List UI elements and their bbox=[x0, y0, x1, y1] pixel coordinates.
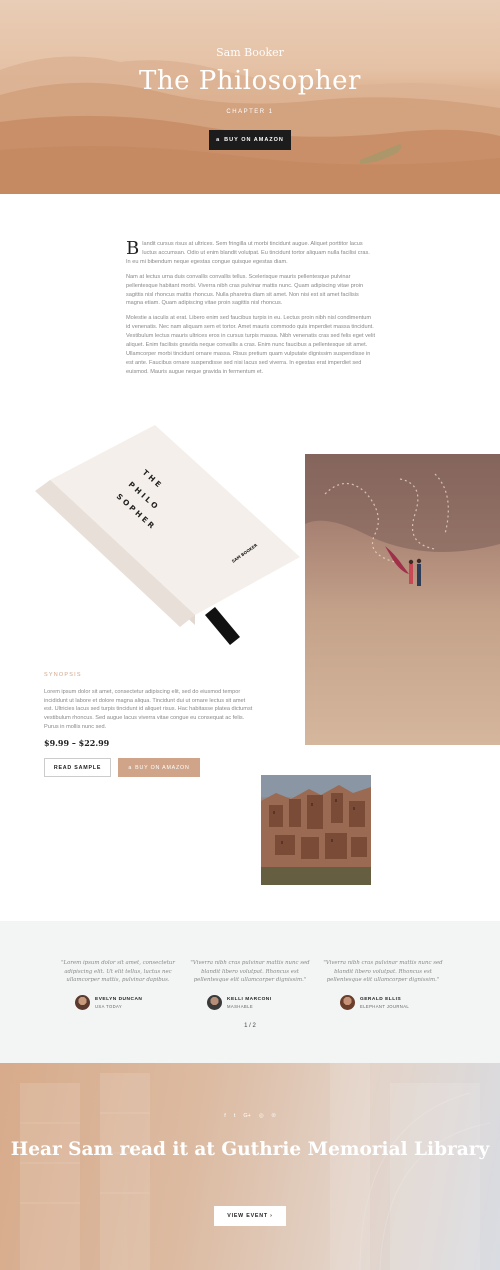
read-sample-button[interactable]: READ SAMPLE bbox=[44, 758, 111, 777]
intro-paragraph-3: Molestie a iaculis at erat. Libero enim … bbox=[126, 315, 376, 375]
event-banner: f t G+ ◎ ℗ Hear Sam read it at Guthrie M… bbox=[0, 1063, 500, 1270]
testimonial-quote: "Viverra nibh cras pulvinar mattis nunc … bbox=[190, 960, 310, 984]
amazon-icon: a bbox=[216, 137, 221, 143]
intro-paragraph-2: Nam at lectus urna duis convallis conval… bbox=[126, 273, 364, 307]
avatar bbox=[75, 995, 90, 1011]
testimonial-author: KELLI MARCONI MASHABLE bbox=[207, 995, 313, 1011]
intro-paragraph-1: B landit cursus risus at ultrices. Sem f… bbox=[126, 240, 376, 267]
buy-button-label: BUY ON AMAZON bbox=[224, 137, 284, 143]
price-range: $9.99 – $22.99 bbox=[44, 738, 110, 748]
testimonials-section: "Lorem ipsum dolor sit amet, consectetur… bbox=[0, 921, 500, 1063]
hero-author: Sam Booker bbox=[216, 46, 284, 59]
social-links: f t G+ ◎ ℗ bbox=[0, 1113, 500, 1119]
pinterest-icon[interactable]: ℗ bbox=[272, 1113, 276, 1119]
reviewer-name: KELLI MARCONI bbox=[227, 996, 272, 1002]
intro-text: B landit cursus risus at ultrices. Sem f… bbox=[126, 240, 376, 383]
buy-on-amazon-secondary-button[interactable]: a BUY ON AMAZON bbox=[118, 758, 200, 777]
intro-paragraph-1-text: landit cursus risus at ultrices. Sem fri… bbox=[126, 241, 370, 265]
hero-banner: Sam Booker The Philosopher CHAPTER 1 a B… bbox=[0, 0, 500, 194]
desert-dunes-image bbox=[0, 56, 500, 194]
buy-secondary-label: BUY ON AMAZON bbox=[135, 764, 190, 771]
synopsis-text: Lorem ipsum dolor sit amet, consectetur … bbox=[44, 689, 253, 730]
reviewer-publication: USA TODAY bbox=[95, 1003, 123, 1009]
testimonial-card: "Viverra nibh cras pulvinar mattis nunc … bbox=[187, 959, 313, 1011]
reviewer-publication: ELEPHANT JOURNAL bbox=[360, 1003, 410, 1009]
library-background-image bbox=[20, 1063, 491, 1270]
testimonial-author: GERALD ELLIS ELEPHANT JOURNAL bbox=[340, 995, 446, 1011]
testimonial-quote: "Lorem ipsum dolor sit amet, consectetur… bbox=[61, 960, 175, 984]
testimonial-card: "Viverra nibh cras pulvinar mattis nunc … bbox=[320, 959, 446, 1011]
twitter-icon[interactable]: t bbox=[234, 1113, 236, 1119]
reviewer-name: EVELYN DUNCAN bbox=[95, 996, 143, 1002]
avatar bbox=[340, 995, 355, 1011]
dropcap: B bbox=[126, 238, 140, 259]
testimonial-author: EVELYN DUNCAN USA TODAY bbox=[75, 995, 181, 1011]
book-cover-image: T H E P H I L O S O P H E R SAM BOOKER bbox=[30, 425, 305, 655]
testimonial-pager[interactable]: 1 / 2 bbox=[0, 1023, 500, 1029]
amazon-icon: a bbox=[128, 764, 133, 771]
buy-on-amazon-button[interactable]: a BUY ON AMAZON bbox=[209, 130, 291, 150]
event-title: Hear Sam read it at Guthrie Memorial Lib… bbox=[10, 1139, 490, 1160]
facebook-icon[interactable]: f bbox=[224, 1113, 226, 1119]
view-event-button[interactable]: VIEW EVENT › bbox=[214, 1206, 286, 1226]
synopsis-label: SYNOPSIS bbox=[44, 672, 82, 678]
testimonial-card: "Lorem ipsum dolor sit amet, consectetur… bbox=[55, 959, 181, 1011]
desert-couple-photo bbox=[305, 454, 500, 745]
hero-chapter: CHAPTER 1 bbox=[226, 109, 274, 115]
reviewer-name: GERALD ELLIS bbox=[360, 996, 402, 1002]
avatar bbox=[207, 995, 222, 1011]
testimonial-quote: "Viverra nibh cras pulvinar mattis nunc … bbox=[323, 960, 443, 984]
hero-title: The Philosopher bbox=[139, 66, 361, 96]
kasbah-city-photo bbox=[261, 775, 371, 885]
reviewer-publication: MASHABLE bbox=[227, 1003, 254, 1009]
google-plus-icon[interactable]: G+ bbox=[243, 1113, 251, 1119]
instagram-icon[interactable]: ◎ bbox=[259, 1113, 264, 1119]
